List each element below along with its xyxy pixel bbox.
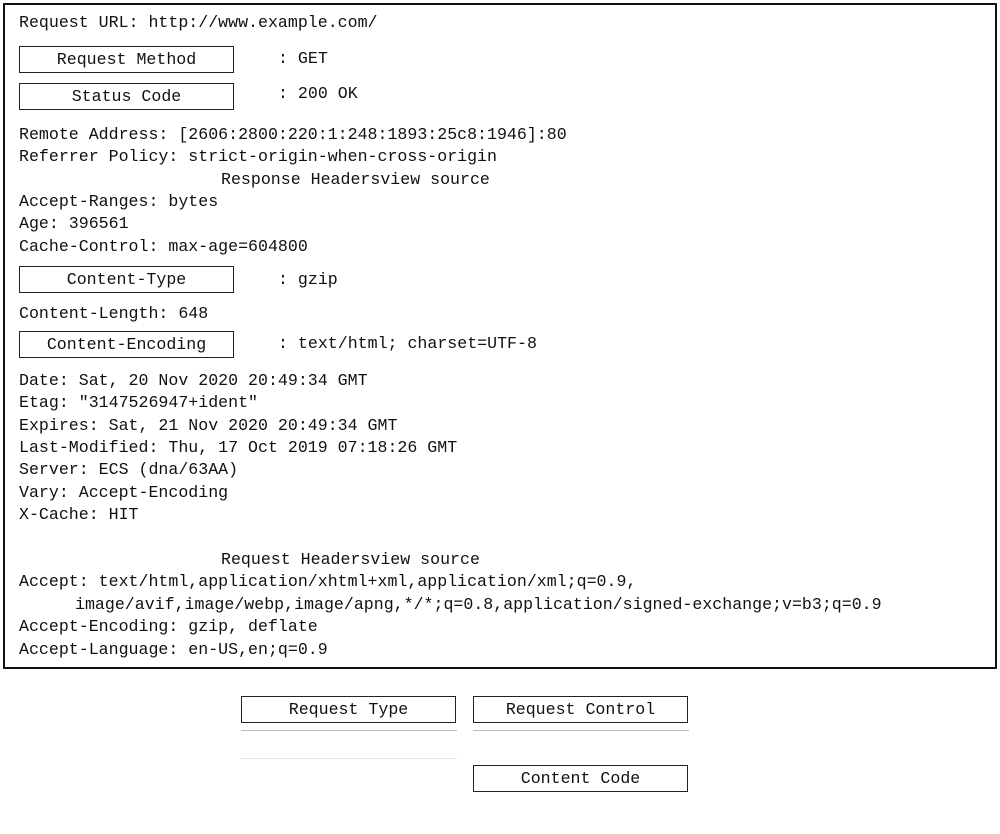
last-modified: Last-Modified: Thu, 17 Oct 2019 07:18:26…: [19, 438, 458, 457]
accept-ranges: Accept-Ranges: bytes: [19, 192, 219, 211]
x-cache: X-Cache: HIT: [19, 505, 139, 524]
option-request-type[interactable]: Request Type: [241, 696, 456, 723]
drop-target-content-encoding[interactable]: Content-Encoding: [19, 331, 234, 358]
accept-line-1: Accept: text/html,application/xhtml+xml,…: [19, 572, 637, 591]
server: Server: ECS (dna/63AA): [19, 460, 239, 479]
cache-control: Cache-Control: max-age=604800: [19, 237, 308, 256]
accept-line-2: image/avif,image/webp,image/apng,*/*;q=0…: [75, 595, 882, 614]
accept-language: Accept-Language: en-US,en;q=0.9: [19, 640, 328, 659]
option-slot-divider: [473, 730, 689, 731]
request-url: Request URL: http://www.example.com/: [19, 13, 378, 32]
referrer-policy: Referrer Policy: strict-origin-when-cros…: [19, 147, 497, 166]
vary: Vary: Accept-Encoding: [19, 483, 229, 502]
option-content-code[interactable]: Content Code: [473, 765, 688, 792]
drop-target-status-code[interactable]: Status Code: [19, 83, 234, 110]
option-request-control[interactable]: Request Control: [473, 696, 688, 723]
status-code-value: : 200 OK: [278, 84, 358, 103]
content-length: Content-Length: 648: [19, 304, 209, 323]
request-method-value: : GET: [278, 49, 328, 68]
option-slot-divider: [241, 758, 457, 759]
remote-address: Remote Address: [2606:2800:220:1:248:189…: [19, 125, 567, 144]
content-encoding-value: : text/html; charset=UTF-8: [278, 334, 537, 353]
drop-target-content-type[interactable]: Content-Type: [19, 266, 234, 293]
accept-encoding: Accept-Encoding: gzip, deflate: [19, 617, 318, 636]
option-slot-divider: [241, 730, 457, 731]
date: Date: Sat, 20 Nov 2020 20:49:34 GMT: [19, 371, 368, 390]
response-headers-title: Response Headersview source: [221, 170, 490, 189]
content-type-value: : gzip: [278, 270, 338, 289]
etag: Etag: "3147526947+ident": [19, 393, 258, 412]
headers-panel: Request URL: http://www.example.com/ Req…: [3, 3, 997, 669]
age: Age: 396561: [19, 214, 129, 233]
drop-target-request-method[interactable]: Request Method: [19, 46, 234, 73]
expires: Expires: Sat, 21 Nov 2020 20:49:34 GMT: [19, 416, 398, 435]
request-headers-title: Request Headersview source: [221, 550, 480, 569]
